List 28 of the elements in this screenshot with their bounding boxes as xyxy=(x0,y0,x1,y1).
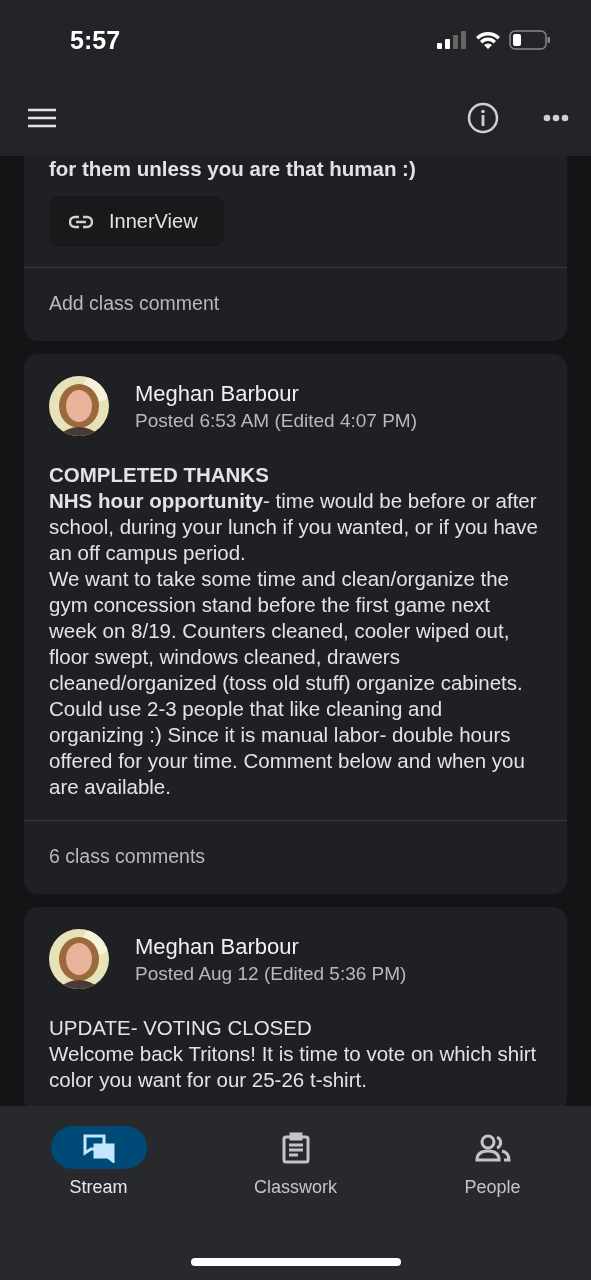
people-icon xyxy=(474,1133,511,1162)
post-text: UPDATE- VOTING CLOSED xyxy=(49,1015,313,1041)
post-time: Posted 6:53 AM (Edited 4:07 PM) xyxy=(135,409,417,432)
post-text: We want to take some time and clean/organize the gym concession stand before the first game next week on 8/19. Counters cleaned, cooler wiped out, floor swept, windows cleaned, drawers cleaned/organized (toss old stuff) organize cabinets. xyxy=(49,566,524,696)
post-time: Posted Aug 12 (Edited 5:36 PM) xyxy=(135,962,407,985)
nav-tab[interactable]: Classwork xyxy=(220,1126,371,1198)
clipboard-icon xyxy=(281,1131,310,1164)
menu-button[interactable] xyxy=(28,108,56,128)
battery-icon xyxy=(509,30,551,50)
info-button[interactable] xyxy=(467,102,499,134)
post-text: Welcome back Tritons! It is time to vote on which shirt color you want for our 25-26 t-shirt. xyxy=(49,1041,538,1093)
attachment-link[interactable]: InnerView xyxy=(49,196,224,247)
more-button[interactable] xyxy=(543,114,569,122)
wifi-icon xyxy=(475,30,501,50)
post-text: for them unless you are that human :) xyxy=(49,156,417,182)
post-text: COMPLETED THANKS xyxy=(49,462,270,488)
class-comments-link[interactable]: 6 class comments xyxy=(24,820,567,894)
chat-icon xyxy=(81,1132,116,1163)
post-text: NHS hour opportunity- time would be before or after school, during your lunch if you wanted, or if you have an off campus period. xyxy=(49,488,539,566)
author-name: Meghan Barbour xyxy=(135,933,300,960)
status-time: 5:57 xyxy=(70,25,121,55)
nav-tab[interactable]: Stream xyxy=(23,1126,174,1198)
link-icon xyxy=(69,214,93,229)
signal-icon xyxy=(437,30,467,50)
post-text: Could use 2-3 people that like cleaning and organizing :) Since it is manual labor- double hours offered for your time. Comment below and when you are available. xyxy=(49,696,526,800)
nav-tab[interactable]: People xyxy=(417,1126,568,1198)
class-comments-link[interactable]: Add class comment xyxy=(24,267,567,341)
author-name: Meghan Barbour xyxy=(135,380,300,407)
